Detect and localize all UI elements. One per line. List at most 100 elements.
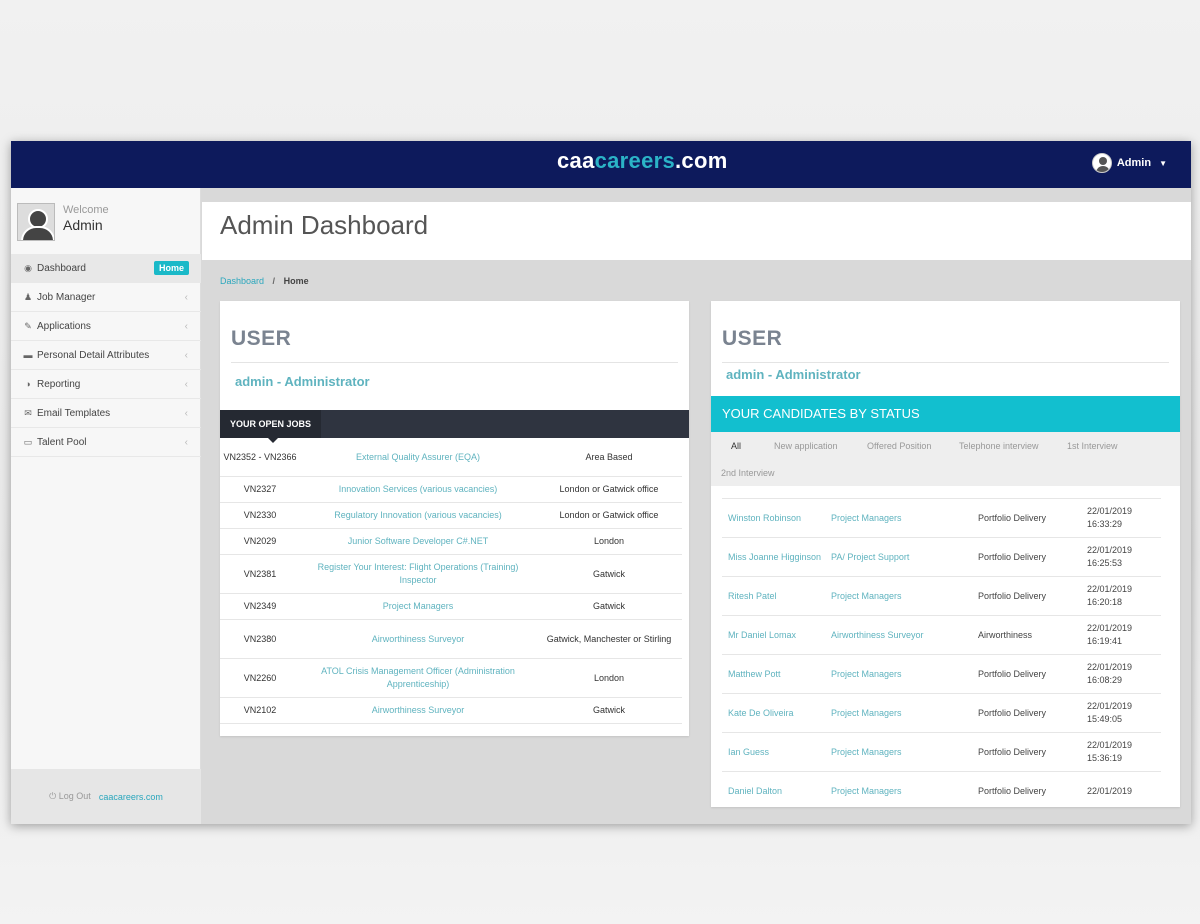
candidate-job-link[interactable]: Project Managers (825, 707, 972, 720)
sidebar-item-applications[interactable]: ✎ Applications ‹ (11, 312, 201, 341)
job-title-link[interactable]: Junior Software Developer C#.NET (300, 535, 536, 548)
candidate-date: 22/01/2019 16:25:53 (1087, 545, 1133, 568)
sidebar-item-label: Job Manager (37, 291, 96, 303)
candidate-name-link[interactable]: Mr Daniel Lomax (722, 629, 825, 642)
candidate-name-link[interactable]: Winston Robinson (722, 512, 825, 525)
candidate-name-link[interactable]: Miss Joanne Higginson (722, 551, 825, 564)
site-logo[interactable]: caacareers.com (557, 148, 728, 174)
table-row: VN2380 Airworthiness Surveyor Gatwick, Man… (220, 620, 682, 659)
chevron-left-icon: ‹ (184, 349, 188, 361)
candidates-title-bar: YOUR CANDIDATES BY STATUS (711, 396, 1180, 432)
job-title-link[interactable]: Regulatory Innovation (various vacancies… (300, 509, 536, 522)
status-tabs: All New application Offered Position Teleph… (711, 432, 1180, 486)
sidebar-item-personal-detail-attributes[interactable]: ▬ Personal Detail Attributes ‹ (11, 341, 201, 370)
inbox-icon: ▭ (23, 436, 33, 447)
pie-chart-icon: ◑ (25, 379, 31, 389)
jobs-table: VN2352 - VN2366 External Quality Assurer … (220, 438, 682, 724)
breadcrumb: Dashboard / Home (220, 276, 309, 286)
table-row: VN2029 Junior Software Developer C#.NET Lo… (220, 529, 682, 555)
candidate-department: Airworthiness (978, 629, 1033, 640)
candidate-name-link[interactable]: Kate De Oliveira (722, 707, 825, 720)
candidate-job-link[interactable]: Project Managers (825, 746, 972, 759)
candidate-department: Portfolio Delivery (978, 785, 1047, 796)
job-location: Gatwick, Manchester or Stirling (546, 633, 672, 644)
sidebar-item-label: Email Templates (37, 407, 111, 419)
user-avatar-icon (1091, 153, 1112, 173)
sidebar-item-job-manager[interactable]: ♟ Job Manager ‹ (11, 283, 201, 312)
sidebar-item-dashboard[interactable]: ◉ Dashboard Home (11, 254, 201, 283)
caret-down-icon: ▼ (1159, 158, 1167, 168)
candidate-department: Portfolio Delivery (978, 512, 1047, 523)
sidebar-item-email-templates[interactable]: ✉ Email Templates ‹ (11, 399, 201, 428)
tab-offered-position[interactable]: Offered Position (867, 441, 931, 451)
job-title-link[interactable]: Innovation Services (various vacancies) (300, 483, 536, 496)
job-title-link[interactable]: Register Your Interest: Flight Operation… (300, 561, 536, 587)
sidebar-item-reporting[interactable]: ◑ Reporting ‹ (11, 370, 201, 399)
job-id: VN2327 (243, 484, 277, 494)
candidate-job-link[interactable]: Project Managers (825, 668, 972, 681)
job-id: VN2352 - VN2366 (223, 451, 297, 462)
job-id: VN2349 (243, 601, 277, 611)
job-id: VN2381 (243, 568, 277, 579)
table-row: VN2349 Project Managers Gatwick (220, 594, 682, 620)
table-row: Mr Daniel Lomax Airworthiness Surveyor Air… (722, 616, 1161, 655)
table-row: Kate De Oliveira Project Managers Portfoli… (722, 694, 1161, 733)
user-menu[interactable]: Admin ▼ (1091, 153, 1167, 173)
candidates-table: Winston Robinson Project Managers Portfoli… (722, 498, 1161, 807)
jobs-tab-bar: YOUR OPEN JOBS (220, 410, 689, 443)
candidate-job-link[interactable]: PA/ Project Support (825, 551, 972, 564)
candidate-name-link[interactable]: Ian Guess (722, 746, 825, 759)
candidate-department: Portfolio Delivery (978, 707, 1047, 718)
sidebar: Welcome Admin ◉ Dashboard Home ♟ Job Manager… (11, 188, 201, 824)
sidebar-item-talent-pool[interactable]: ▭ Talent Pool ‹ (11, 428, 201, 457)
tab-all[interactable]: All (731, 441, 741, 451)
dashboard-icon: ◉ (24, 262, 32, 273)
job-location: Gatwick (592, 705, 625, 715)
job-location: Gatwick (592, 601, 625, 611)
edit-icon: ✎ (24, 320, 32, 331)
tab-2nd-interview[interactable]: 2nd Interview (721, 468, 775, 478)
job-title-link[interactable]: Airworthiness Surveyor (300, 633, 536, 646)
table-row: VN2327 Innovation Services (various vacan… (220, 477, 682, 503)
candidate-date: 22/01/2019 16:08:29 (1087, 662, 1133, 685)
job-id: VN2102 (243, 705, 277, 715)
job-location: Area Based (585, 451, 633, 462)
tab-new-application[interactable]: New application (774, 441, 838, 451)
chevron-left-icon: ‹ (184, 378, 188, 390)
candidate-date: 22/01/2019 (1087, 785, 1133, 796)
candidate-department: Portfolio Delivery (978, 590, 1047, 601)
job-title-link[interactable]: External Quality Assurer (EQA) (300, 451, 536, 464)
job-location: London (593, 536, 625, 546)
user-role: admin - Administrator (726, 367, 861, 382)
tab-telephone-interview[interactable]: Telephone interview (959, 441, 1039, 451)
candidate-name-link[interactable]: Daniel Dalton (722, 785, 825, 798)
job-id: VN2260 (243, 672, 277, 683)
breadcrumb-dashboard-link[interactable]: Dashboard (220, 276, 264, 286)
candidate-job-link[interactable]: Project Managers (825, 590, 972, 603)
candidate-department: Portfolio Delivery (978, 746, 1047, 757)
candidate-name-link[interactable]: Ritesh Patel (722, 590, 825, 603)
chevron-left-icon: ‹ (184, 436, 188, 448)
job-id: VN2330 (243, 510, 277, 520)
job-id: VN2029 (243, 536, 277, 546)
app-window: caacareers.com Admin ▼ Welcome Admin ◉ Da… (11, 141, 1191, 824)
job-location: London or Gatwick office (559, 510, 659, 520)
user-menu-name: Admin (1116, 157, 1152, 169)
job-title-link[interactable]: Airworthiness Surveyor (300, 704, 536, 717)
logout-link[interactable]: ⏻ Log Out (49, 791, 91, 802)
candidate-job-link[interactable]: Airworthiness Surveyor (825, 629, 972, 642)
tab-your-open-jobs[interactable]: YOUR OPEN JOBS (220, 410, 322, 443)
job-location: Gatwick (592, 568, 625, 579)
table-row: VN2260 ATOL Crisis Management Officer (Ad… (220, 659, 682, 698)
footer-site-link[interactable]: caacareers.com (99, 792, 163, 802)
candidate-job-link[interactable]: Project Managers (825, 785, 972, 798)
tab-1st-interview[interactable]: 1st Interview (1067, 441, 1118, 451)
candidate-name-link[interactable]: Matthew Pott (722, 668, 825, 681)
table-row: VN2381 Register Your Interest: Flight Ope… (220, 555, 682, 594)
job-title-link[interactable]: Project Managers (300, 600, 536, 613)
table-row: VN2352 - VN2366 External Quality Assurer … (220, 438, 682, 477)
candidate-job-link[interactable]: Project Managers (825, 512, 972, 525)
candidate-date: 22/01/2019 16:33:29 (1087, 506, 1133, 529)
job-title-link[interactable]: ATOL Crisis Management Officer (Administ… (300, 665, 536, 691)
candidate-date: 22/01/2019 16:19:41 (1087, 623, 1133, 646)
